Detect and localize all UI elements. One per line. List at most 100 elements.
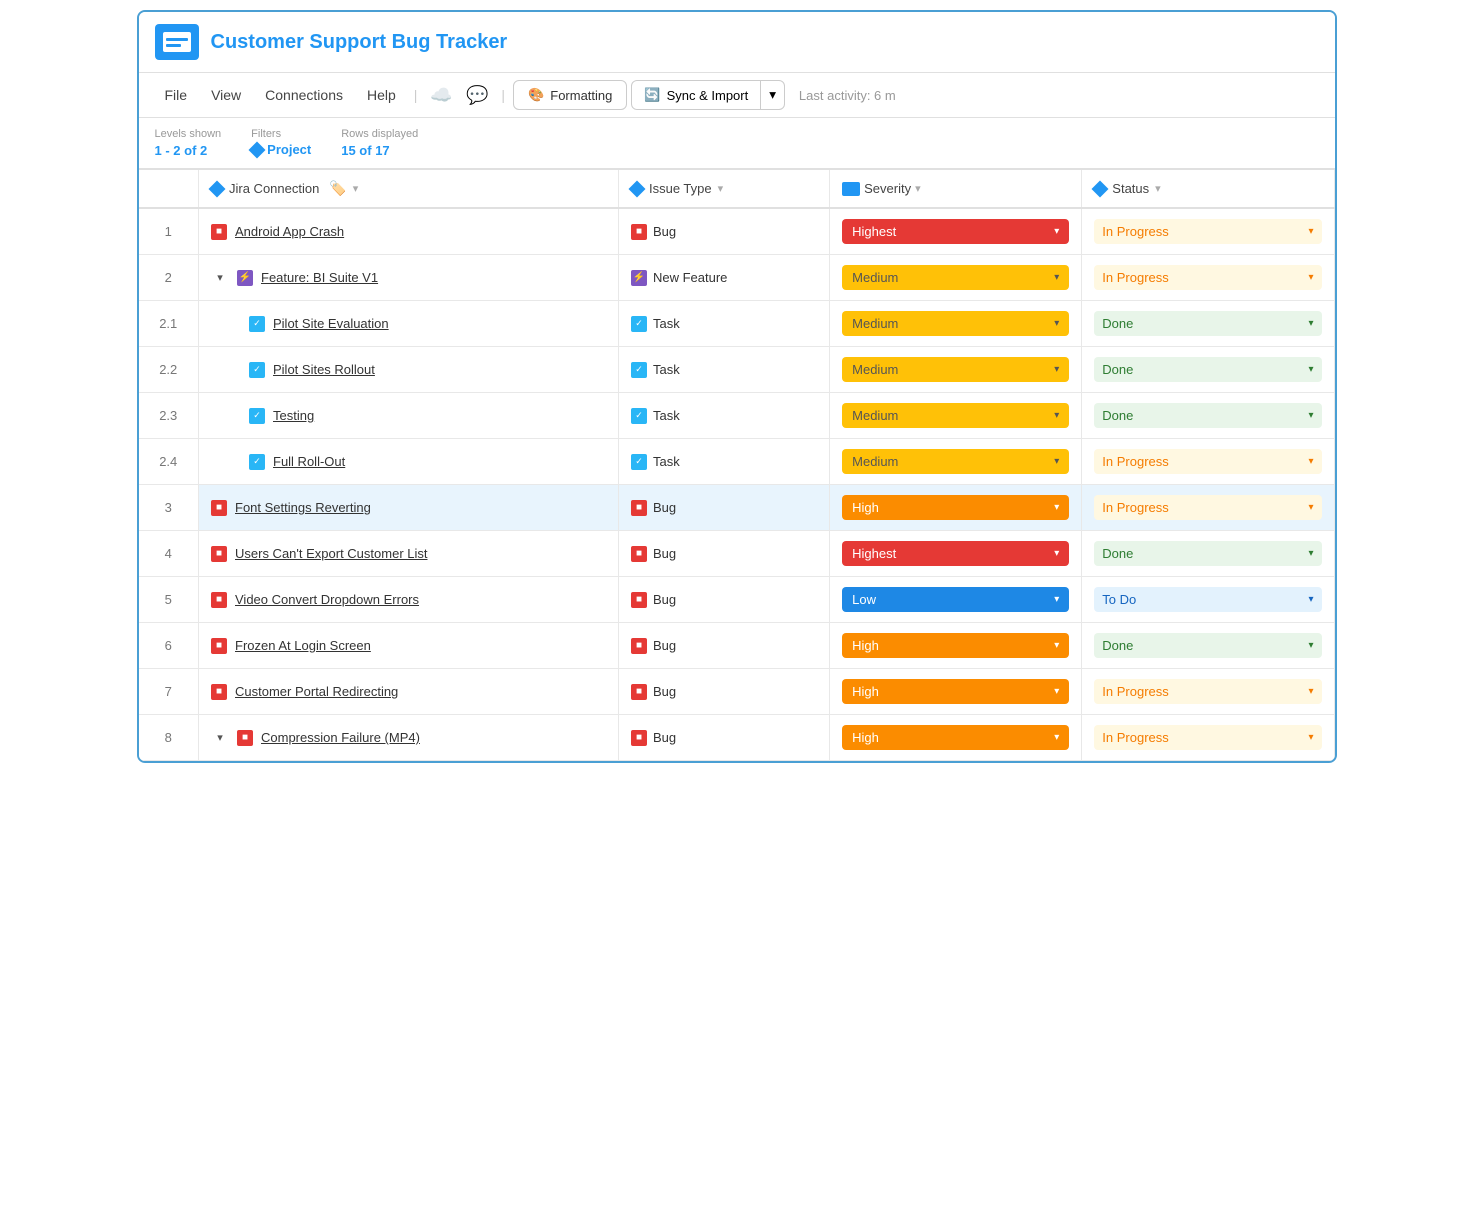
severity-badge[interactable]: Highest ▾ xyxy=(842,541,1069,566)
severity-arrow-icon: ▾ xyxy=(1054,226,1059,237)
task-icon: ✓ xyxy=(631,362,647,378)
task-name-icon: ✓ xyxy=(249,408,265,424)
severity-badge[interactable]: Medium ▾ xyxy=(842,403,1069,428)
row-status-cell: Done ▾ xyxy=(1082,393,1334,439)
severity-arrow-icon: ▾ xyxy=(1054,548,1059,559)
severity-badge[interactable]: Medium ▾ xyxy=(842,357,1069,382)
severity-arrow-icon: ▾ xyxy=(1054,410,1059,421)
issue-type-label: Bug xyxy=(653,592,676,607)
severity-sort-arrow[interactable]: ▾ xyxy=(915,182,921,195)
status-arrow-icon: ▾ xyxy=(1308,732,1313,743)
expand-button[interactable]: ▾ xyxy=(211,269,229,287)
issue-type-label: Bug xyxy=(653,684,676,699)
table-row: 8 ▾ ■ Compression Failure (MP4) ■ Bug Hi… xyxy=(139,715,1335,761)
severity-badge[interactable]: High ▾ xyxy=(842,633,1069,658)
row-type-cell: ✓ Task xyxy=(618,439,829,485)
status-badge[interactable]: Done ▾ xyxy=(1094,357,1321,382)
row-name-content: ✓ Pilot Sites Rollout xyxy=(249,362,606,378)
row-severity-cell: Medium ▾ xyxy=(830,393,1082,439)
issue-link[interactable]: Users Can't Export Customer List xyxy=(235,546,428,561)
main-table-container: Jira Connection 🏷️ ▾ Issue Type ▾ xyxy=(139,170,1335,761)
row-type-cell: ■ Bug xyxy=(618,669,829,715)
issue-link[interactable]: Android App Crash xyxy=(235,224,344,239)
issue-link[interactable]: Testing xyxy=(273,408,314,423)
severity-badge[interactable]: Highest ▾ xyxy=(842,219,1069,244)
status-badge[interactable]: In Progress ▾ xyxy=(1094,265,1321,290)
issue-link[interactable]: Feature: BI Suite V1 xyxy=(261,270,378,285)
jira-sort-arrow[interactable]: ▾ xyxy=(353,182,359,195)
cloud-icon-btn[interactable]: ☁️ xyxy=(425,79,457,111)
severity-badge[interactable]: Medium ▾ xyxy=(842,311,1069,336)
severity-badge[interactable]: High ▾ xyxy=(842,725,1069,750)
issue-link[interactable]: Pilot Sites Rollout xyxy=(273,362,375,377)
row-number: 2.4 xyxy=(139,439,199,485)
expand-button[interactable]: ▾ xyxy=(211,729,229,747)
severity-arrow-icon: ▾ xyxy=(1054,456,1059,467)
row-status-cell: In Progress ▾ xyxy=(1082,255,1334,301)
severity-label: High xyxy=(852,684,879,699)
issue-type-label: Bug xyxy=(653,546,676,561)
formatting-button[interactable]: 🎨 Formatting xyxy=(513,80,627,110)
filters-value[interactable]: Project xyxy=(251,142,311,157)
status-badge[interactable]: Done ▾ xyxy=(1094,403,1321,428)
menu-connections[interactable]: Connections xyxy=(255,83,353,107)
status-sort-arrow[interactable]: ▾ xyxy=(1155,182,1161,195)
bug-name-icon: ■ xyxy=(237,730,253,746)
filters-group: Filters Project xyxy=(251,128,311,157)
sync-import-group: 🔄 Sync & Import ▾ xyxy=(631,80,785,110)
sync-import-button[interactable]: 🔄 Sync & Import xyxy=(632,81,760,109)
filter-diamond-icon xyxy=(249,141,266,158)
rows-group: Rows displayed 15 of 17 xyxy=(341,128,418,158)
status-badge[interactable]: Done ▾ xyxy=(1094,541,1321,566)
status-badge[interactable]: In Progress ▾ xyxy=(1094,495,1321,520)
issue-type-content: ■ Bug xyxy=(631,224,817,240)
status-badge[interactable]: Done ▾ xyxy=(1094,311,1321,336)
severity-badge[interactable]: Low ▾ xyxy=(842,587,1069,612)
row-status-cell: Done ▾ xyxy=(1082,623,1334,669)
issue-link[interactable]: Full Roll-Out xyxy=(273,454,345,469)
type-sort-arrow[interactable]: ▾ xyxy=(718,182,724,195)
row-type-cell: ⚡ New Feature xyxy=(618,255,829,301)
status-badge[interactable]: In Progress ▾ xyxy=(1094,219,1321,244)
issue-link[interactable]: Customer Portal Redirecting xyxy=(235,684,398,699)
severity-label: Medium xyxy=(852,454,898,469)
menu-view[interactable]: View xyxy=(201,83,251,107)
row-type-cell: ✓ Task xyxy=(618,393,829,439)
row-name-cell: ■ Users Can't Export Customer List xyxy=(199,531,619,577)
row-name-cell: ▾ ⚡ Feature: BI Suite V1 xyxy=(199,255,619,301)
issue-link[interactable]: Frozen At Login Screen xyxy=(235,638,371,653)
issue-type-label: New Feature xyxy=(653,270,727,285)
severity-arrow-icon: ▾ xyxy=(1054,640,1059,651)
bug-name-icon: ■ xyxy=(211,684,227,700)
bug-icon: ■ xyxy=(631,224,647,240)
severity-arrow-icon: ▾ xyxy=(1054,594,1059,605)
row-name-cell: ■ Customer Portal Redirecting xyxy=(199,669,619,715)
chevron-down-icon: ▾ xyxy=(769,87,776,102)
menu-file[interactable]: File xyxy=(155,83,198,107)
status-badge[interactable]: In Progress ▾ xyxy=(1094,449,1321,474)
menu-help[interactable]: Help xyxy=(357,83,406,107)
status-badge[interactable]: In Progress ▾ xyxy=(1094,679,1321,704)
status-badge[interactable]: To Do ▾ xyxy=(1094,587,1321,612)
chat-icon-btn[interactable]: 💬 xyxy=(461,79,493,111)
bug-name-icon: ■ xyxy=(211,546,227,562)
issue-link[interactable]: Pilot Site Evaluation xyxy=(273,316,389,331)
row-name-content: ▾ ■ Compression Failure (MP4) xyxy=(211,729,606,747)
task-name-icon: ✓ xyxy=(249,316,265,332)
status-arrow-icon: ▾ xyxy=(1308,226,1313,237)
issue-link[interactable]: Video Convert Dropdown Errors xyxy=(235,592,419,607)
severity-badge[interactable]: High ▾ xyxy=(842,495,1069,520)
row-number: 1 xyxy=(139,208,199,255)
severity-badge[interactable]: High ▾ xyxy=(842,679,1069,704)
table-row: 1 ■ Android App Crash ■ Bug Highest ▾ In… xyxy=(139,208,1335,255)
issue-link[interactable]: Compression Failure (MP4) xyxy=(261,730,420,745)
sync-dropdown-button[interactable]: ▾ xyxy=(760,81,784,109)
row-type-cell: ✓ Task xyxy=(618,301,829,347)
table-row: 2.2 ✓ Pilot Sites Rollout ✓ Task Medium … xyxy=(139,347,1335,393)
severity-badge[interactable]: Medium ▾ xyxy=(842,265,1069,290)
row-name-content: ■ Customer Portal Redirecting xyxy=(211,684,606,700)
status-badge[interactable]: Done ▾ xyxy=(1094,633,1321,658)
status-badge[interactable]: In Progress ▾ xyxy=(1094,725,1321,750)
issue-link[interactable]: Font Settings Reverting xyxy=(235,500,371,515)
severity-badge[interactable]: Medium ▾ xyxy=(842,449,1069,474)
